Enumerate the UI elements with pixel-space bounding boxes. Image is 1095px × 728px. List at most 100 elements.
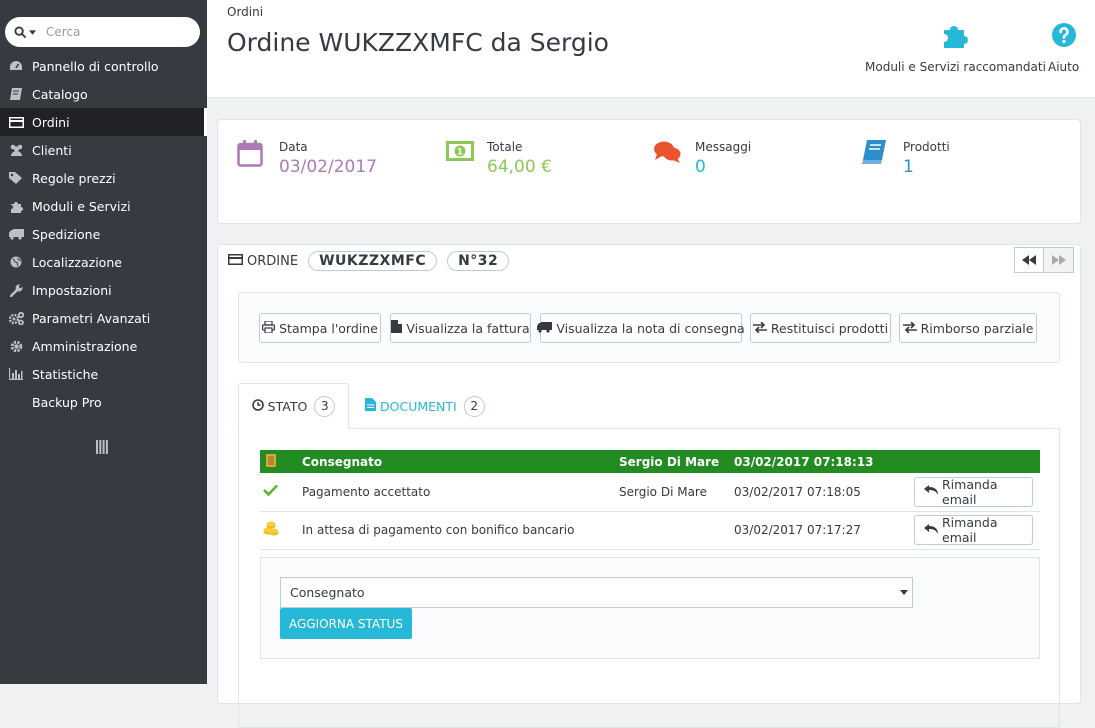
table-row: Consegnato Sergio Di Mare 03/02/2017 07:…	[260, 450, 1040, 473]
print-order-label: Stampa l'ordine	[279, 320, 378, 336]
status-tab-pane: Consegnato Sergio Di Mare 03/02/2017 07:…	[238, 428, 1060, 728]
help-label: Aiuto	[1048, 60, 1080, 74]
status-employee: Sergio Di Mare	[619, 450, 734, 473]
status-name: Pagamento accettato	[281, 473, 619, 512]
kpi-label: Messaggi	[695, 140, 752, 154]
status-history-table: Consegnato Sergio Di Mare 03/02/2017 07:…	[260, 450, 1040, 550]
tab-documents[interactable]: DOCUMENTI 2	[365, 383, 495, 429]
sidebar-item-label: Catalogo	[32, 86, 88, 102]
sidebar-item-catalog[interactable]: Catalogo	[0, 80, 207, 108]
credit-card-icon	[0, 116, 32, 128]
status-count-badge: 3	[314, 395, 336, 417]
sidebar-item-orders[interactable]: Ordini	[0, 108, 207, 136]
sidebar-item-label: Regole prezzi	[32, 170, 116, 186]
reply-icon	[924, 484, 938, 499]
bar-chart-icon	[0, 368, 32, 380]
collapse-sidebar-icon[interactable]	[96, 440, 108, 458]
return-products-label: Restituisci prodotti	[770, 320, 889, 336]
order-actions: Stampa l'ordine Visualizza la fattura Vi…	[238, 292, 1060, 363]
next-order-button[interactable]	[1044, 247, 1074, 273]
tab-status[interactable]: STATO 3	[238, 383, 349, 429]
sidebar-item-administration[interactable]: Amministrazione	[0, 332, 207, 360]
breadcrumb[interactable]: Ordini	[227, 5, 263, 19]
clock-icon	[251, 398, 264, 414]
table-row: Pagamento accettato Sergio Di Mare 03/02…	[260, 473, 1040, 512]
sidebar-item-label: Backup Pro	[32, 394, 102, 410]
resend-email-button[interactable]: Rimanda email	[914, 476, 1033, 507]
help-button[interactable]: Aiuto	[1048, 22, 1079, 74]
order-navigation	[1014, 247, 1074, 273]
update-status-button[interactable]: AGGIORNA STATUS	[280, 608, 412, 639]
sidebar-item-localization[interactable]: Localizzazione	[0, 248, 207, 276]
calendar-icon	[237, 140, 269, 177]
partial-refund-button[interactable]: Rimborso parziale	[899, 313, 1037, 343]
kpi-products: Prodotti 1	[861, 140, 950, 177]
tab-status-label: STATO	[267, 398, 308, 414]
globe-icon	[0, 256, 32, 268]
change-status-form: Consegnato AGGIORNA STATUS	[260, 557, 1040, 659]
gear-icon	[0, 340, 32, 353]
search-input[interactable]	[46, 25, 166, 39]
sidebar-item-advanced-params[interactable]: Parametri Avanzati	[0, 304, 207, 332]
sidebar-item-label: Localizzazione	[32, 254, 122, 270]
search-box[interactable]	[5, 17, 200, 47]
previous-order-button[interactable]	[1014, 247, 1044, 273]
status-employee: Sergio Di Mare	[619, 473, 734, 512]
return-products-button[interactable]: Restituisci prodotti	[750, 313, 891, 343]
sidebar-item-stats[interactable]: Statistiche	[0, 360, 207, 388]
kpi-label: Totale	[487, 140, 523, 154]
order-status-select[interactable]: Consegnato	[280, 577, 913, 608]
svg-text:1: 1	[457, 148, 463, 158]
resend-email-button[interactable]: Rimanda email	[914, 515, 1033, 545]
sidebar-item-label: Statistiche	[32, 366, 99, 382]
file-icon	[391, 320, 403, 336]
check-icon	[260, 473, 281, 512]
kpi-value: 64,00 €	[487, 157, 552, 177]
sidebar-item-label: Amministrazione	[32, 338, 138, 354]
puzzle-icon	[0, 200, 32, 213]
page-header: Ordini Ordine WUKZZXMFC da Sergio Moduli…	[207, 0, 1095, 98]
page-title: Ordine WUKZZXMFC da Sergio	[227, 28, 609, 57]
users-icon	[0, 144, 32, 156]
exchange-icon	[752, 320, 767, 336]
sidebar: Pannello di controllo Catalogo Ordini Cl…	[0, 0, 207, 684]
view-delivery-slip-button[interactable]: Visualizza la nota di consegna	[537, 313, 745, 343]
print-order-button[interactable]: Stampa l'ordine	[259, 313, 381, 343]
view-delivery-slip-label: Visualizza la nota di consegna	[556, 320, 745, 336]
dashboard-icon	[0, 60, 32, 72]
sidebar-item-modules[interactable]: Moduli e Servizi	[0, 192, 207, 220]
sidebar-item-dashboard[interactable]: Pannello di controllo	[0, 52, 207, 80]
sidebar-item-backup-pro[interactable]: Backup Pro	[0, 388, 207, 416]
caret-down-icon	[900, 590, 908, 595]
backward-icon	[1022, 255, 1036, 265]
kpi-value: 03/02/2017	[279, 157, 377, 177]
sidebar-item-label: Ordini	[32, 114, 70, 130]
sidebar-item-customers[interactable]: Clienti	[0, 136, 207, 164]
order-reference-badge: WUKZZXMFC	[308, 251, 438, 271]
sidebar-item-price-rules[interactable]: Regole prezzi	[0, 164, 207, 192]
order-status-selected: Consegnato	[290, 585, 365, 600]
sidebar-item-settings[interactable]: Impostazioni	[0, 276, 207, 304]
status-employee	[619, 511, 734, 550]
sidebar-item-label: Spedizione	[32, 226, 101, 242]
file-text-icon	[365, 398, 376, 414]
table-row: In attesa di pagamento con bonifico banc…	[260, 511, 1040, 550]
order-heading-label: ORDINE	[247, 253, 299, 269]
search-icon[interactable]	[14, 25, 36, 39]
sidebar-item-shipping[interactable]: Spedizione	[0, 220, 207, 248]
print-icon	[262, 319, 276, 336]
coins-icon	[260, 511, 281, 550]
order-number-badge: N°32	[447, 251, 510, 271]
wrench-icon	[0, 284, 32, 297]
truck-icon	[0, 228, 32, 240]
chevron-down-icon	[29, 29, 36, 35]
resend-email-label: Rimanda email	[942, 515, 998, 545]
tags-icon	[0, 172, 32, 184]
partial-refund-label: Rimborso parziale	[920, 320, 1034, 336]
truck-icon	[260, 450, 281, 473]
cogs-icon	[0, 311, 32, 325]
sidebar-item-label: Parametri Avanzati	[32, 310, 151, 326]
recommended-modules-button[interactable]: Moduli e Servizi raccomandati	[865, 22, 1046, 74]
truck-icon	[537, 321, 553, 336]
view-invoice-button[interactable]: Visualizza la fattura	[390, 313, 531, 343]
